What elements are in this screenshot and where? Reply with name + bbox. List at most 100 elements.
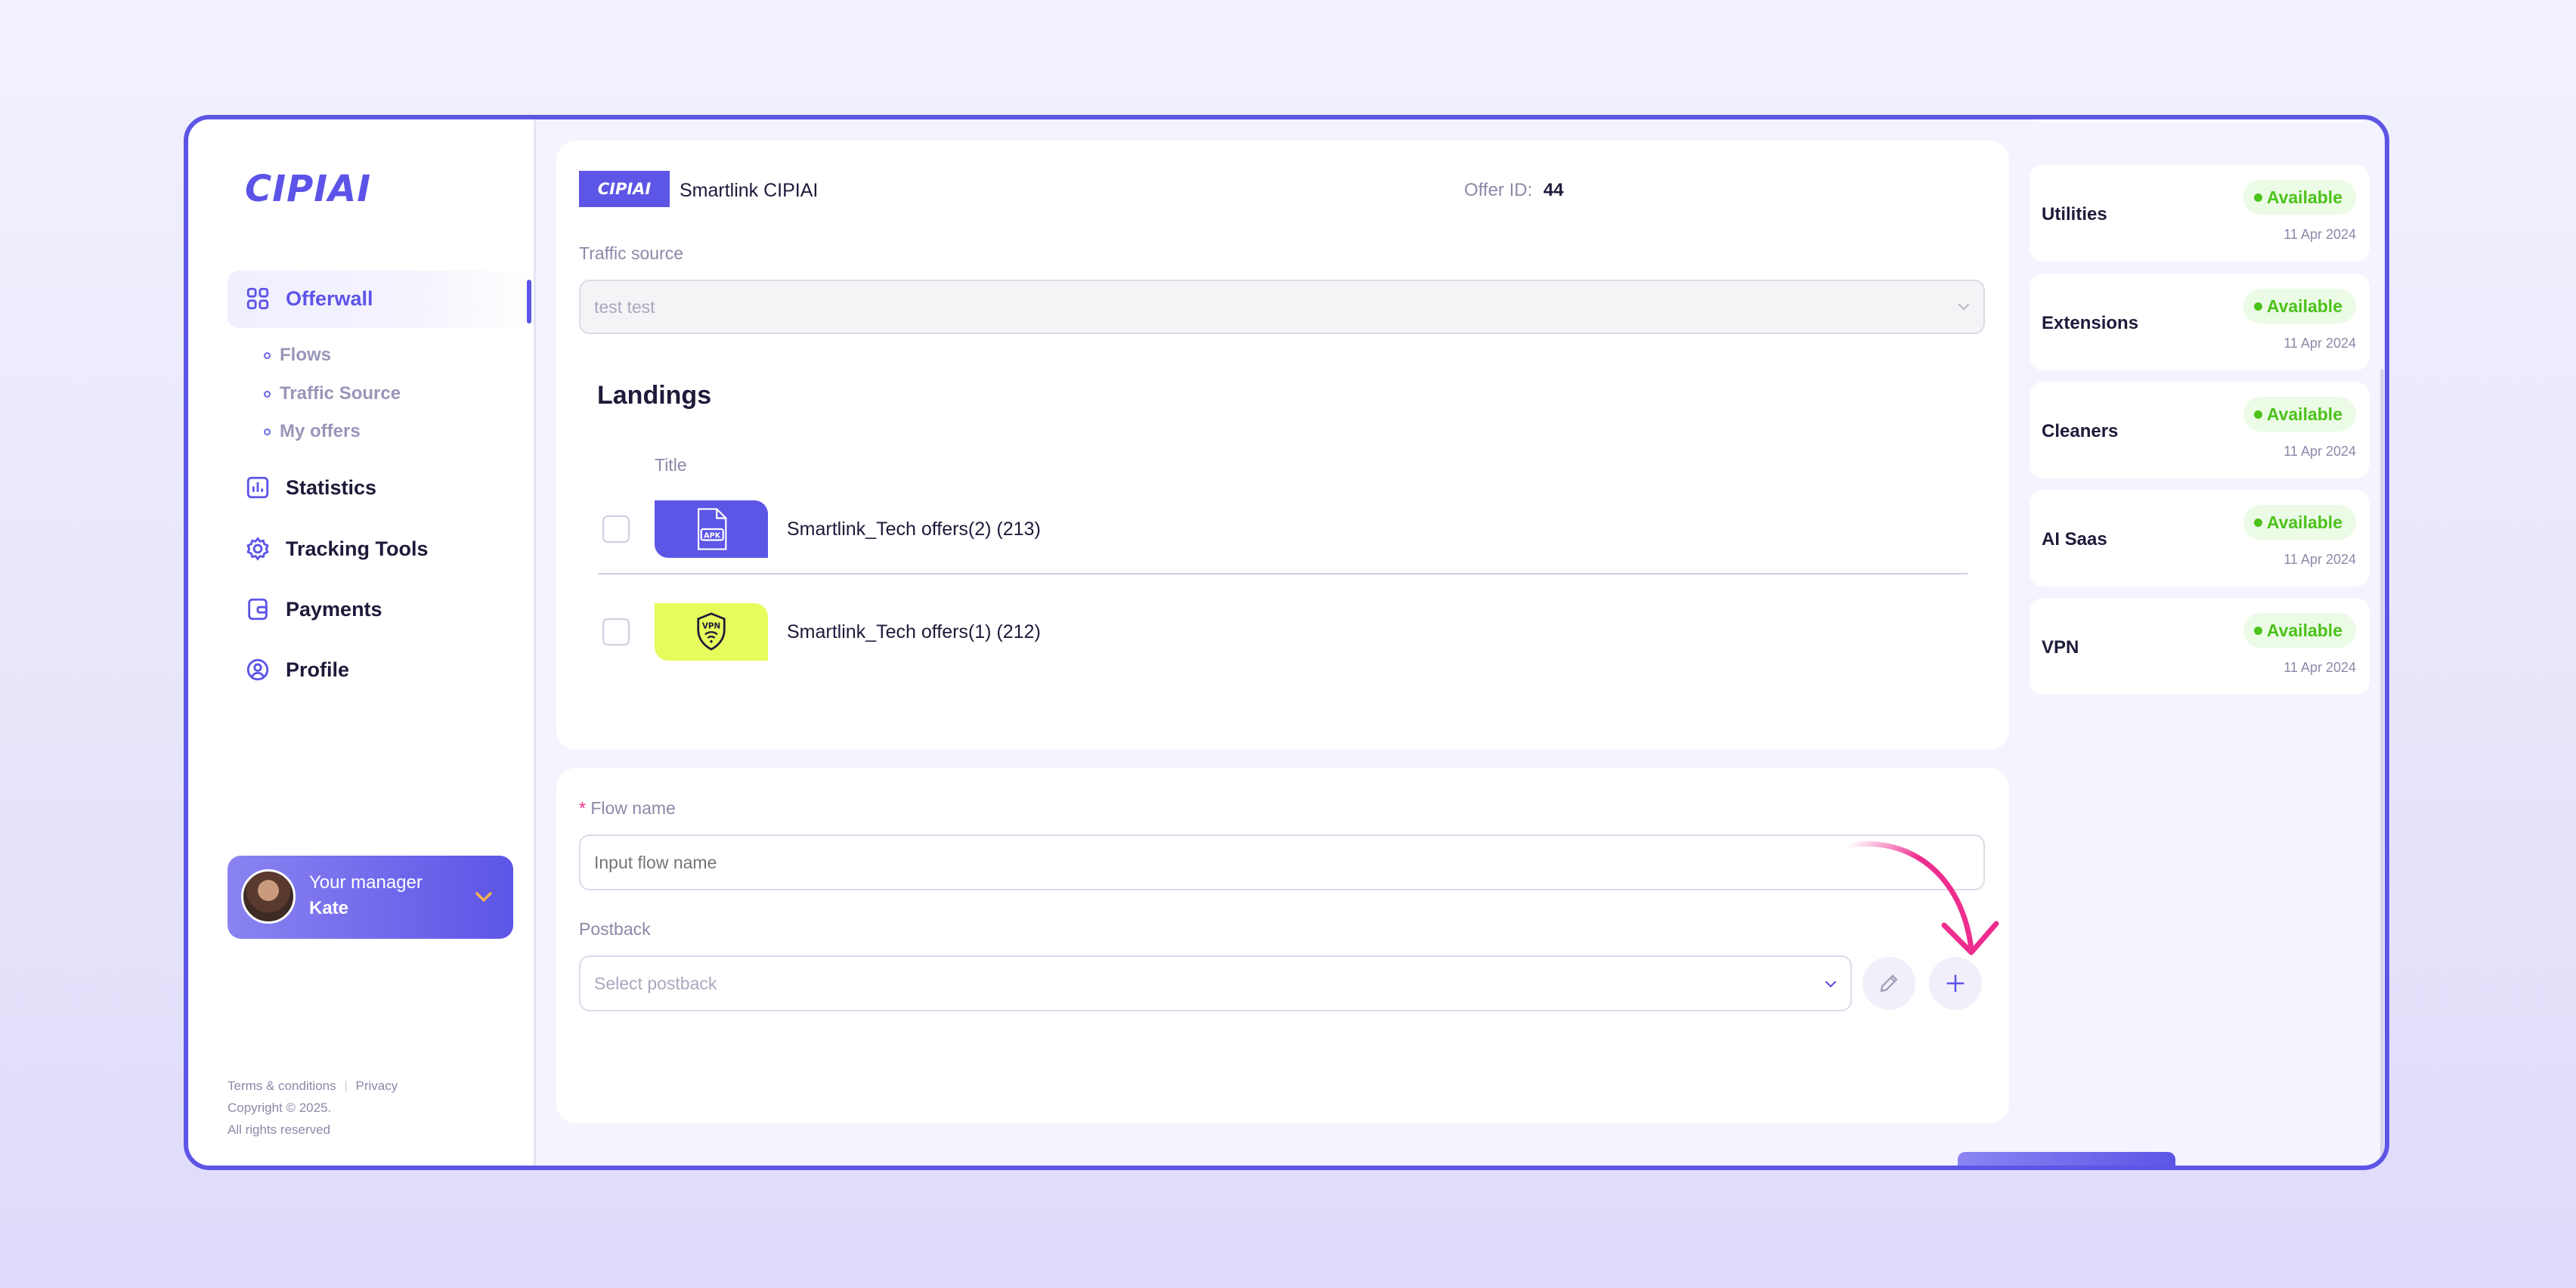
svg-text:APK: APK [704, 531, 721, 540]
status-text: Available [2266, 620, 2342, 640]
category-card-partial [2030, 119, 2370, 122]
traffic-source-select[interactable]: test test [579, 280, 1985, 334]
bullet-icon [264, 390, 271, 398]
sidebar: CIPIAI Offerwall Flows Traffic Source My… [188, 119, 536, 1166]
sub-item-traffic-source[interactable]: Traffic Source [264, 383, 401, 404]
status-badge: Available [2243, 397, 2356, 432]
sub-item-label: Flows [280, 345, 332, 365]
wallet-icon [248, 598, 268, 621]
pencil-icon [1880, 974, 1898, 992]
category-date: 11 Apr 2024 [2283, 552, 2356, 567]
manager-label: Your manager [309, 872, 423, 893]
privacy-link[interactable]: Privacy [356, 1079, 398, 1093]
offer-id: Offer ID: 44 [1464, 180, 1564, 201]
status-text: Available [2266, 187, 2342, 207]
nav-item-label: Profile [286, 658, 350, 681]
category-card[interactable]: Extensions Available 11 Apr 2024 [2030, 274, 2370, 370]
chevron-down-icon[interactable] [472, 887, 495, 906]
category-name: AI Saas [2042, 529, 2107, 550]
manager-card[interactable]: Your manager Kate [228, 856, 513, 939]
category-card[interactable]: Cleaners Available 11 Apr 2024 [2030, 382, 2370, 478]
submit-for-moderation-button[interactable]: Submit for moderation [1958, 1152, 2175, 1166]
footer: Terms & conditions | Privacy Copyright ©… [228, 1075, 398, 1141]
row-divider [598, 573, 1968, 574]
postback-placeholder: Select postback [594, 973, 717, 993]
nav-item-label: Tracking Tools [286, 537, 429, 560]
status-badge: Available [2243, 613, 2356, 648]
status-text: Available [2266, 404, 2342, 424]
traffic-source-value: test test [594, 296, 655, 317]
status-badge: Available [2243, 180, 2356, 215]
rights-text: All rights reserved [228, 1122, 331, 1137]
pointer-arrow-icon [1846, 841, 1999, 955]
vpn-shield-icon: VPN [697, 612, 726, 651]
terms-link[interactable]: Terms & conditions [228, 1079, 336, 1093]
footer-separator: | [344, 1079, 348, 1093]
chevron-down-icon [1825, 980, 1837, 988]
sub-item-my-offers[interactable]: My offers [264, 421, 361, 442]
landings-heading: Landings [597, 381, 712, 410]
category-card[interactable]: AI Saas Available 11 Apr 2024 [2030, 490, 2370, 587]
landing-checkbox[interactable] [602, 516, 630, 543]
logo-text: CIPIAI [245, 168, 372, 210]
logo[interactable]: CIPIAI [245, 168, 371, 210]
nav-item-offerwall[interactable]: Offerwall [245, 286, 373, 311]
scrollbar[interactable] [2380, 369, 2384, 1166]
status-text: Available [2266, 296, 2342, 316]
status-text: Available [2266, 512, 2342, 532]
apk-file-icon: APK [697, 508, 727, 550]
status-dot-icon [2253, 410, 2262, 419]
svg-text:VPN: VPN [702, 621, 720, 630]
flow-name-input[interactable] [579, 834, 1985, 890]
postback-label: Postback [579, 919, 651, 939]
required-mark: * [579, 798, 586, 818]
category-date: 11 Apr 2024 [2283, 336, 2356, 351]
category-list: Utilities Available 11 Apr 2024 Extensio… [2030, 119, 2379, 695]
sub-item-label: Traffic Source [280, 383, 401, 404]
landing-checkbox[interactable] [602, 618, 630, 646]
nav-item-label: Statistics [286, 475, 377, 499]
traffic-source-label: Traffic source [579, 243, 684, 263]
offer-logo-text: CIPIAI [597, 180, 652, 198]
nav-item-statistics[interactable]: Statistics [245, 475, 376, 500]
category-card[interactable]: VPN Available 11 Apr 2024 [2030, 598, 2370, 695]
postback-select[interactable]: Select postback [579, 955, 1852, 1011]
user-circle-icon [246, 658, 269, 681]
bullet-icon [264, 428, 271, 435]
flow-name-label: * Flow name [579, 798, 676, 819]
status-badge: Available [2243, 289, 2356, 324]
offer-logo: CIPIAI [579, 171, 670, 207]
landing-title: Smartlink_Tech offers(2) (213) [787, 519, 1041, 540]
nav-active-indicator [527, 280, 531, 324]
category-date: 11 Apr 2024 [2283, 660, 2356, 675]
landing-thumbnail: APK [655, 500, 768, 558]
app-window: CIPIAI Offerwall Flows Traffic Source My… [184, 115, 2389, 1170]
bullet-icon [264, 351, 271, 359]
nav-item-label: Offerwall [286, 286, 373, 310]
nav-item-payments[interactable]: Payments [245, 596, 382, 622]
column-title: Title [655, 455, 687, 475]
landing-thumbnail: VPN [655, 603, 768, 661]
status-badge: Available [2243, 505, 2356, 540]
category-name: Extensions [2042, 313, 2139, 333]
nav-item-tracking-tools[interactable]: Tracking Tools [245, 536, 429, 562]
chevron-down-icon [1958, 304, 1969, 311]
flow-card: * Flow name Postback Select postback [556, 768, 2009, 1123]
sub-item-label: My offers [280, 421, 361, 441]
landing-title: Smartlink_Tech offers(1) (212) [787, 621, 1041, 642]
nav-item-profile[interactable]: Profile [245, 657, 349, 683]
status-dot-icon [2253, 193, 2262, 202]
flow-name-label-text: Flow name [590, 798, 676, 818]
category-date: 11 Apr 2024 [2283, 444, 2356, 459]
grid-icon [246, 287, 269, 310]
offer-id-value: 44 [1543, 180, 1564, 200]
copyright-text: Copyright © 2025. [228, 1101, 332, 1115]
offer-id-label: Offer ID: [1464, 180, 1533, 200]
sub-item-flows[interactable]: Flows [264, 345, 331, 366]
category-name: VPN [2042, 637, 2079, 658]
status-dot-icon [2253, 626, 2262, 635]
category-card[interactable]: Utilities Available 11 Apr 2024 [2030, 165, 2370, 262]
avatar [241, 869, 296, 924]
offer-card: CIPIAI Smartlink CIPIAI Offer ID: 44 Tra… [556, 141, 2009, 750]
status-dot-icon [2253, 302, 2262, 311]
